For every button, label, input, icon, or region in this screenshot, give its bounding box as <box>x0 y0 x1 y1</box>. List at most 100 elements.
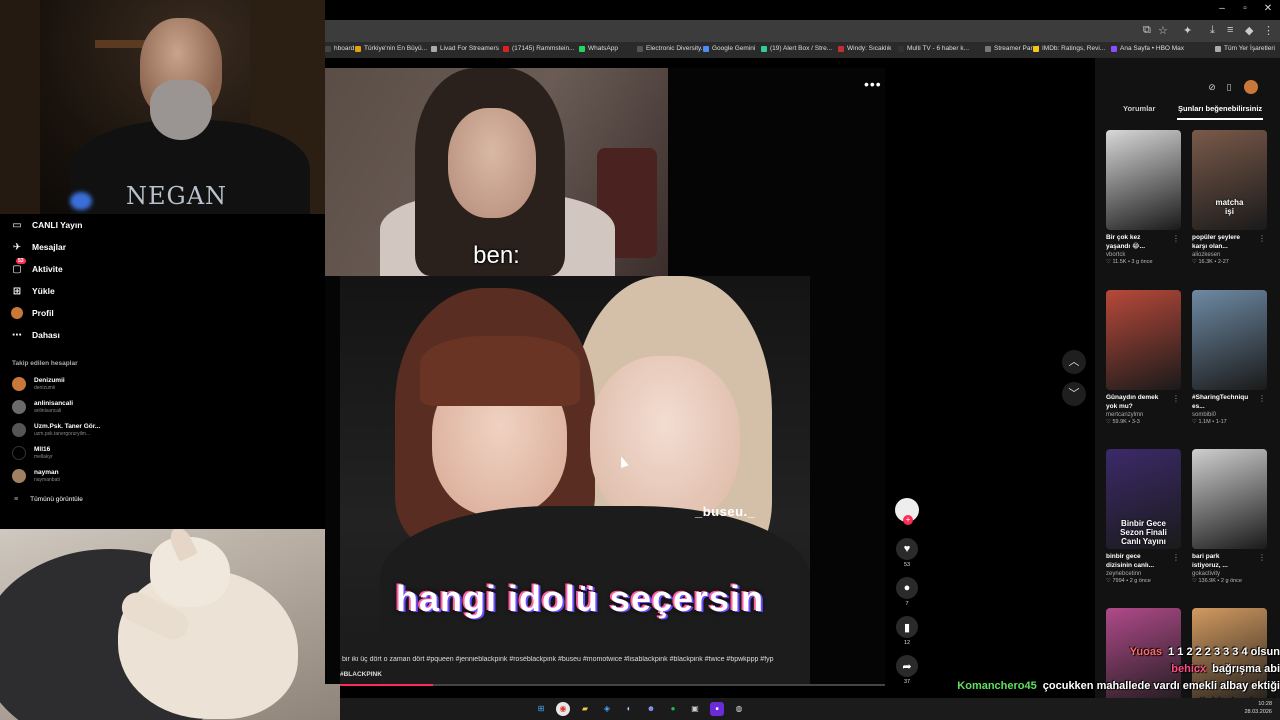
bookmark-favicon-icon <box>703 45 709 52</box>
video-thumbnail[interactable] <box>1192 290 1267 390</box>
bookmark-item[interactable]: WhatsApp <box>579 45 618 52</box>
bookmark-item[interactable]: (17145) Rammstein... <box>503 45 575 52</box>
bookmark-label: (19) Alert Box / Stre... <box>770 45 833 52</box>
kebab-menu-icon[interactable]: ⋮ <box>1172 553 1180 562</box>
playlist-icon[interactable]: ≡ <box>1227 24 1233 36</box>
comment-button[interactable]: ● 7 <box>893 577 921 607</box>
bookmark-item[interactable]: hboard <box>325 45 354 52</box>
epic-games-icon[interactable]: ▣ <box>688 702 702 716</box>
phone-icon[interactable]: ▯ <box>1222 80 1236 94</box>
bookmark-item[interactable]: Multi TV - 6 haber k... <box>898 45 969 52</box>
share-count: 37 <box>903 679 911 685</box>
video-thumbnail[interactable]: Binbir Gece Sezon Finali Canlı Yayını <box>1106 449 1181 549</box>
more-options-icon[interactable]: ••• <box>864 76 882 92</box>
recommended-video-card[interactable]: #SharingTechniqu es... sombibi0 ♡ 1.1M • 1… <box>1192 290 1268 425</box>
extensions-icon[interactable]: ✦ <box>1183 24 1192 37</box>
next-video-button[interactable]: ﹀ <box>1062 382 1086 406</box>
recommended-video-card[interactable]: bari park istiyoruz, ... gokactivity ♡ 136… <box>1192 449 1268 584</box>
start-icon[interactable]: ⊞ <box>534 702 548 716</box>
video-thumbnail[interactable] <box>1106 290 1181 390</box>
card-author: aliozkesen <box>1192 252 1221 258</box>
system-tray[interactable]: 10:28 28.03.2026 <box>1244 700 1272 716</box>
kebab-menu-icon[interactable]: ⋮ <box>1258 553 1266 562</box>
video-progress-fill <box>340 684 433 686</box>
kebab-menu-icon[interactable]: ⋮ <box>1258 394 1266 403</box>
video-thumbnail[interactable] <box>1106 130 1181 230</box>
bookmark-item[interactable]: Electronic Diversity... <box>637 45 706 52</box>
bookmark-item[interactable]: Windy: Sıcaklık <box>838 45 891 52</box>
bookmark-item[interactable]: Türkiye'nin En Büyü... <box>355 45 427 52</box>
sidebar-item-activity[interactable]: ▢ 53 Aktivite <box>11 258 63 275</box>
star-icon[interactable]: ☆ <box>1158 24 1168 37</box>
maximize-button[interactable]: ▫ <box>1233 3 1257 14</box>
video-thumbnail[interactable]: matcha işi <box>1192 130 1267 230</box>
spotify-icon[interactable]: ● <box>666 702 680 716</box>
save-button[interactable]: ▮ 12 <box>893 616 921 646</box>
bookmark-item[interactable]: Streamer Panel <box>985 45 1039 52</box>
recommended-video-card[interactable]: Günaydın demek yok mu? mertcanzylmn ♡ 59.9… <box>1106 290 1182 425</box>
followed-account[interactable]: Uzm.Psk. Taner Gör... uzm.psk.tanergorury… <box>12 423 100 437</box>
bookmark-item[interactable]: Livad For Streamers <box>431 45 499 52</box>
recommended-video-card[interactable]: matcha işi popüler şeylere karşı olan... a… <box>1192 130 1268 265</box>
minimize-button[interactable]: – <box>1210 3 1234 14</box>
chrome-icon[interactable]: ◉ <box>556 702 570 716</box>
video-player[interactable]: ben: _buseu._ hangi idolü seçersin <box>325 68 885 684</box>
steam-icon[interactable]: ◐ <box>622 702 636 716</box>
card-author: sombibi0 <box>1192 412 1217 418</box>
bookmark-item[interactable]: IMDb: Ratings, Revi... <box>1033 45 1105 52</box>
close-button[interactable]: ✕ <box>1256 3 1280 14</box>
see-all-button[interactable]: ≡ Tümünü görüntüle <box>14 496 83 503</box>
video-bottom-panel: _buseu._ <box>340 276 810 684</box>
tab-recommended[interactable]: Şunları beğenebilirsiniz <box>1178 104 1262 113</box>
bookmark-label: Türkiye'nin En Büyü... <box>364 45 428 52</box>
sidebar-item-live[interactable]: ▭ CANLI Yayın <box>11 219 82 231</box>
kebab-menu-icon[interactable]: ⋮ <box>1172 394 1180 403</box>
compass-icon[interactable]: ⊘ <box>1205 80 1219 94</box>
kebab-menu-icon[interactable]: ⋮ <box>1263 24 1274 37</box>
sidebar-item-messages[interactable]: ✈ Mesajlar <box>11 241 66 253</box>
share-button[interactable]: ➦ 37 <box>893 655 921 685</box>
sidebar-item-upload[interactable]: ⊞ Yükle <box>11 285 55 297</box>
followed-account[interactable]: Denizumii denizumii <box>12 377 65 391</box>
bookmark-label: (17145) Rammstein... <box>512 45 575 52</box>
follow-plus-icon[interactable]: + <box>903 515 913 525</box>
folder-icon[interactable]: ▰ <box>578 702 592 716</box>
video-progress-bar[interactable] <box>340 684 885 686</box>
video-top-panel: ben: <box>325 68 668 283</box>
recommended-video-card[interactable]: Binbir Gece Sezon Finali Canlı Yayını bin… <box>1106 449 1182 584</box>
card-meta: ♡ 11.5K • 3 g önce <box>1106 259 1182 265</box>
sidebar-nav: ▭ CANLI Yayın ✈ Mesajlar ▢ 53 Aktivite ⊞ … <box>0 214 325 530</box>
video-main-caption: hangi idolü seçersin <box>395 578 765 619</box>
followed-account[interactable]: anlinisancali anlinisancali <box>12 400 73 414</box>
previous-video-button[interactable]: ︿ <box>1062 350 1086 374</box>
cast-icon[interactable]: ⧉ <box>1143 24 1151 37</box>
shield-icon[interactable]: ◆ <box>1245 24 1253 37</box>
kebab-menu-icon[interactable]: ⋮ <box>1258 234 1266 243</box>
bookmark-item[interactable]: Tüm Yer İşaretleri <box>1215 45 1275 52</box>
sidebar-item-label: Aktivite <box>32 264 63 274</box>
avatar <box>12 377 26 391</box>
bookmark-item[interactable]: Google Gemini <box>703 45 755 52</box>
download-icon[interactable]: ⤓ <box>1210 24 1215 37</box>
more-icon: ⋯ <box>12 329 22 341</box>
kick-icon[interactable]: ■ <box>710 702 724 716</box>
recommended-video-card[interactable]: Bir çok kez yaşandı 😂... vbortck ♡ 11.5K •… <box>1106 130 1182 265</box>
followed-account[interactable]: nayman naymanbati <box>12 469 60 483</box>
bookmark-item[interactable]: Ana Sayfa • HBO Max <box>1111 45 1184 52</box>
tab-comments[interactable]: Yorumlar <box>1123 104 1155 113</box>
obs-icon[interactable]: ◍ <box>732 702 746 716</box>
chat-text: bağrışma abi <box>1212 663 1280 675</box>
video-thumbnail[interactable] <box>1192 449 1267 549</box>
bookmark-item[interactable]: (19) Alert Box / Stre... <box>761 45 832 52</box>
panel-tabs: Yorumlar Şunları beğenebilirsiniz <box>1095 102 1280 120</box>
like-button[interactable]: ♥ 53 <box>893 538 921 568</box>
user-avatar[interactable] <box>1244 80 1258 94</box>
pet-camera-overlay <box>0 529 340 720</box>
kebab-menu-icon[interactable]: ⋮ <box>1172 234 1180 243</box>
app-icon[interactable]: ◈ <box>600 702 614 716</box>
sidebar-item-more[interactable]: ⋯ Dahası <box>11 329 60 341</box>
author-avatar[interactable]: + <box>893 498 921 525</box>
sidebar-item-profile[interactable]: Profil <box>11 307 54 319</box>
followed-account[interactable]: Mll16 mellakyr <box>12 446 53 460</box>
discord-icon[interactable]: ☻ <box>644 702 658 716</box>
